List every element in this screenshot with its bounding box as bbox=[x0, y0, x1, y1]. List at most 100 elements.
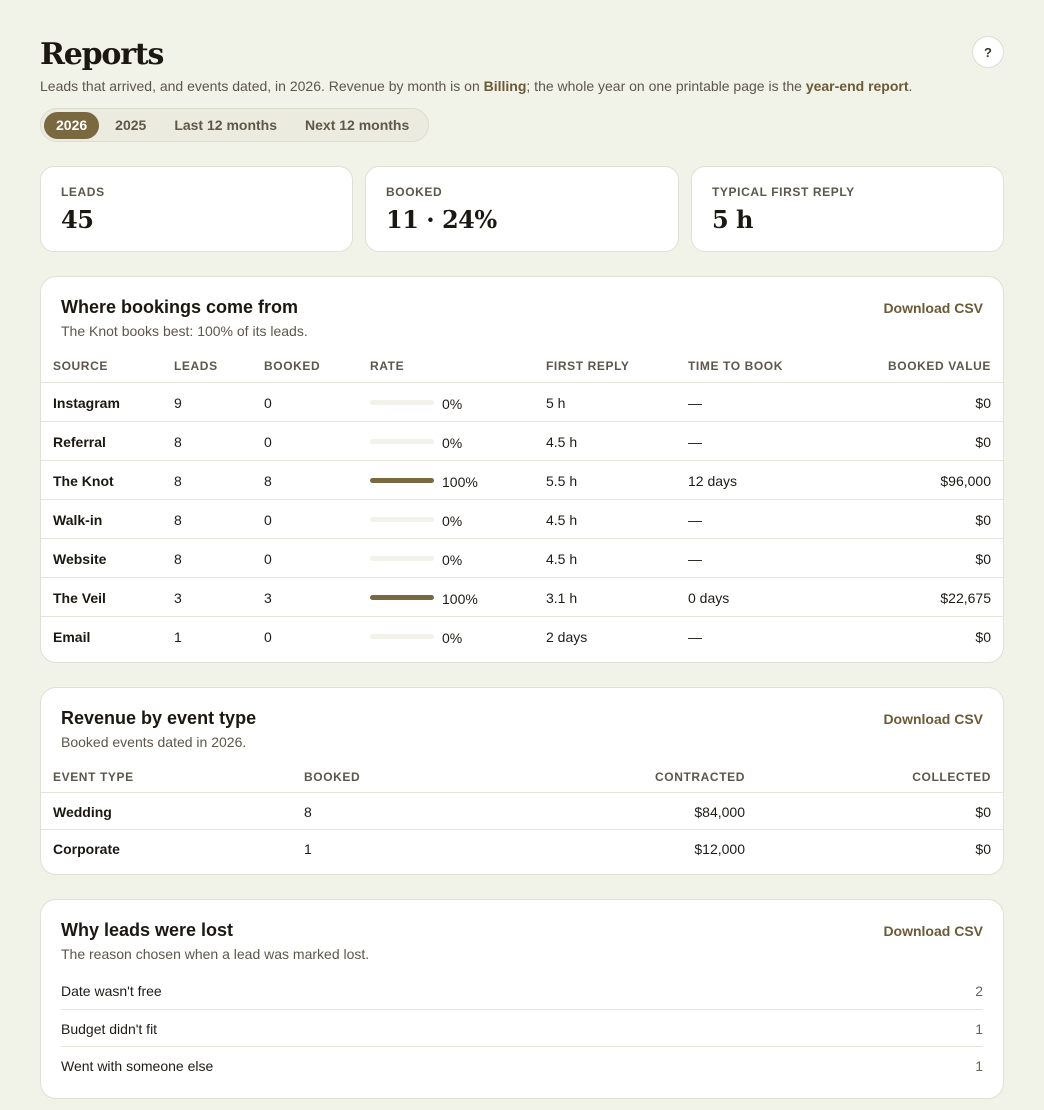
rate-bar-fill bbox=[370, 595, 434, 600]
subtitle-text-1: Leads that arrived, and events dated, in… bbox=[40, 78, 484, 94]
rate-bar-fill bbox=[370, 478, 434, 483]
rate-label: 0% bbox=[442, 630, 463, 646]
booked-value: $0 bbox=[975, 551, 991, 567]
year-end-report-link[interactable]: year-end report bbox=[806, 78, 909, 94]
stat-value: 11 · 24% bbox=[386, 205, 497, 234]
subtitle-text-3: . bbox=[908, 78, 913, 94]
leads-count: 3 bbox=[174, 590, 182, 606]
table-row[interactable]: Referral 8 0 0% 4.5 h — $0 bbox=[41, 421, 1003, 460]
stat-label: LEADS bbox=[61, 185, 105, 199]
column-header-booked: BOOKED bbox=[264, 359, 321, 373]
column-header-rate: RATE bbox=[370, 359, 405, 373]
first-reply: 5 h bbox=[546, 395, 566, 411]
first-reply: 4.5 h bbox=[546, 434, 578, 450]
booked-count: 8 bbox=[304, 804, 312, 820]
column-header-collected: COLLECTED bbox=[912, 770, 991, 784]
time-to-book: — bbox=[688, 395, 702, 411]
event-type-name: Wedding bbox=[53, 804, 112, 820]
card-title: Where bookings come from bbox=[61, 297, 299, 317]
rate-label: 0% bbox=[442, 552, 463, 568]
column-header-booked: BOOKED bbox=[304, 770, 361, 784]
collected-amount: $0 bbox=[975, 841, 991, 857]
download-csv-button[interactable]: Download CSV bbox=[883, 711, 983, 727]
first-reply: 4.5 h bbox=[546, 551, 578, 567]
card-title: Revenue by event type bbox=[61, 708, 257, 728]
rate-bar bbox=[370, 478, 434, 483]
subtitle-text-2: ; the whole year on one printable page i… bbox=[526, 78, 806, 94]
leads-count: 9 bbox=[174, 395, 182, 411]
stat-label: BOOKED bbox=[386, 185, 443, 199]
column-header-first-reply: FIRST REPLY bbox=[546, 359, 630, 373]
tab-last-12-months[interactable]: Last 12 months bbox=[162, 112, 289, 139]
rate-label: 0% bbox=[442, 435, 463, 451]
collected-amount: $0 bbox=[975, 804, 991, 820]
booked-count: 0 bbox=[264, 629, 272, 645]
lost-count: 1 bbox=[975, 1058, 983, 1074]
time-to-book: 0 days bbox=[688, 590, 730, 606]
page-subtitle: Leads that arrived, and events dated, in… bbox=[40, 78, 912, 94]
event-type-name: Corporate bbox=[53, 841, 120, 857]
event-type-card: Revenue by event type Booked events date… bbox=[40, 687, 1004, 875]
list-item: Went with someone else 1 bbox=[61, 1046, 983, 1083]
table-row[interactable]: The Knot 8 8 100% 5.5 h 12 days $96,000 bbox=[41, 460, 1003, 499]
time-to-book: — bbox=[688, 434, 702, 450]
card-subtitle: The reason chosen when a lead was marked… bbox=[61, 946, 370, 962]
table-row[interactable]: Website 8 0 0% 4.5 h — $0 bbox=[41, 538, 1003, 577]
table-row[interactable]: Wedding 8 $84,000 $0 bbox=[41, 792, 1003, 829]
range-selector: 2026 2025 Last 12 months Next 12 months bbox=[40, 108, 430, 142]
source-name: The Knot bbox=[53, 473, 114, 489]
column-header-event-type: EVENT TYPE bbox=[53, 770, 134, 784]
table-row[interactable]: Walk-in 8 0 0% 4.5 h — $0 bbox=[41, 499, 1003, 538]
source-name: Referral bbox=[53, 434, 106, 450]
tab-next-12-months[interactable]: Next 12 months bbox=[293, 112, 421, 139]
table-row[interactable]: The Veil 3 3 100% 3.1 h 0 days $22,675 bbox=[41, 577, 1003, 616]
lost-reason: Budget didn't fit bbox=[61, 1021, 158, 1037]
card-subtitle: Booked events dated in 2026. bbox=[61, 734, 247, 750]
stat-value: 5 h bbox=[712, 205, 754, 234]
source-name: Email bbox=[53, 629, 91, 645]
tab-2026[interactable]: 2026 bbox=[44, 111, 100, 139]
contracted-amount: $12,000 bbox=[694, 841, 745, 857]
rate-bar bbox=[370, 400, 434, 405]
leads-count: 1 bbox=[174, 629, 182, 645]
first-reply: 5.5 h bbox=[546, 473, 578, 489]
time-to-book: — bbox=[688, 629, 702, 645]
stat-card-first-reply: TYPICAL FIRST REPLY 5 h bbox=[691, 166, 1004, 252]
source-name: Website bbox=[53, 551, 107, 567]
table-row[interactable]: Email 1 0 0% 2 days — $0 bbox=[41, 616, 1003, 655]
rate-bar bbox=[370, 556, 434, 561]
lost-count: 2 bbox=[975, 983, 983, 999]
booked-value: $0 bbox=[975, 512, 991, 528]
help-button[interactable]: ? bbox=[972, 36, 1004, 68]
download-csv-button[interactable]: Download CSV bbox=[883, 923, 983, 939]
rate-label: 100% bbox=[442, 591, 478, 607]
leads-count: 8 bbox=[174, 473, 182, 489]
table-row[interactable]: Corporate 1 $12,000 $0 bbox=[41, 829, 1003, 866]
time-to-book: 12 days bbox=[688, 473, 738, 489]
rate-label: 100% bbox=[442, 474, 478, 490]
rate-label: 0% bbox=[442, 513, 463, 529]
booked-count: 0 bbox=[264, 395, 272, 411]
billing-link[interactable]: Billing bbox=[484, 78, 527, 94]
booked-value: $0 bbox=[975, 434, 991, 450]
booked-count: 1 bbox=[304, 841, 312, 857]
booked-value: $22,675 bbox=[940, 590, 991, 606]
sources-card: Where bookings come from The Knot books … bbox=[40, 276, 1004, 663]
leads-count: 8 bbox=[174, 551, 182, 567]
tab-2025[interactable]: 2025 bbox=[103, 112, 158, 139]
booked-count: 0 bbox=[264, 512, 272, 528]
first-reply: 2 days bbox=[546, 629, 588, 645]
list-item: Budget didn't fit 1 bbox=[61, 1009, 983, 1046]
table-row[interactable]: Instagram 9 0 0% 5 h — $0 bbox=[41, 382, 1003, 421]
download-csv-button[interactable]: Download CSV bbox=[883, 300, 983, 316]
card-subtitle: The Knot books best: 100% of its leads. bbox=[61, 323, 308, 339]
source-name: Walk-in bbox=[53, 512, 103, 528]
column-header-contracted: CONTRACTED bbox=[655, 770, 745, 784]
rate-bar bbox=[370, 595, 434, 600]
stat-label: TYPICAL FIRST REPLY bbox=[712, 185, 855, 199]
lost-reasons-card: Why leads were lost The reason chosen wh… bbox=[40, 899, 1004, 1099]
lost-reason: Date wasn't free bbox=[61, 983, 162, 999]
first-reply: 4.5 h bbox=[546, 512, 578, 528]
rate-label: 0% bbox=[442, 396, 463, 412]
list-item: Date wasn't free 2 bbox=[61, 972, 983, 1009]
